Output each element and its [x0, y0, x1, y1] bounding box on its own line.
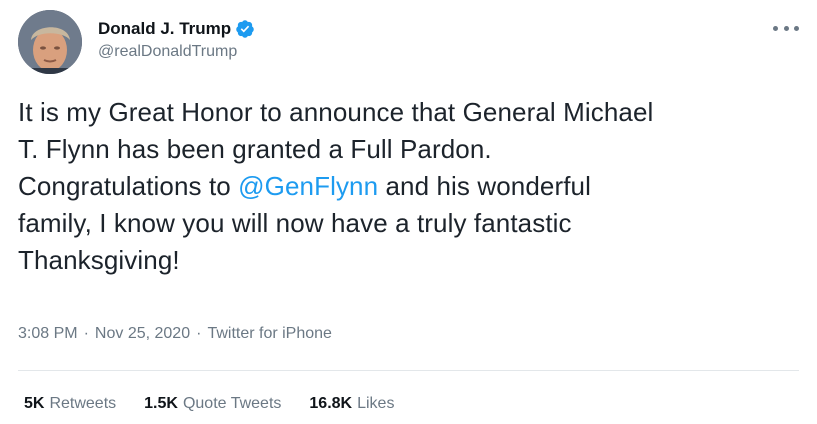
- divider: [18, 370, 799, 371]
- likes-stat[interactable]: 16.8K Likes: [309, 395, 394, 413]
- tweet-line: Thanksgiving!: [18, 245, 180, 275]
- author-handle[interactable]: @realDonaldTrump: [98, 43, 255, 61]
- likes-label: Likes: [357, 395, 395, 412]
- display-name-row: Donald J. Trump: [98, 19, 255, 39]
- tweet-meta: 3:08 PM · Nov 25, 2020 · Twitter for iPhone: [18, 325, 332, 343]
- tweet-source[interactable]: Twitter for iPhone: [207, 325, 332, 342]
- tweet-line: Congratulations to @GenFlynn and his won…: [18, 168, 808, 205]
- tweet-line: It is my Great Honor to announce that Ge…: [18, 97, 654, 127]
- tweet-line: T. Flynn has been granted a Full Pardon.: [18, 134, 492, 164]
- avatar-image: [18, 10, 82, 74]
- avatar[interactable]: [18, 10, 82, 74]
- likes-count: 16.8K: [309, 395, 353, 412]
- tweet-line-text: and his wonderful: [378, 171, 591, 201]
- quote-tweets-stat[interactable]: 1.5K Quote Tweets: [144, 395, 281, 413]
- retweets-label: Retweets: [49, 395, 117, 412]
- meta-separator: ·: [83, 325, 89, 342]
- verified-badge-icon: [235, 19, 255, 39]
- tweet-stats: 5K Retweets 1.5K Quote Tweets 16.8K Like…: [24, 395, 422, 413]
- tweet-text: It is my Great Honor to announce that Ge…: [18, 94, 808, 279]
- tweet-date[interactable]: Nov 25, 2020: [95, 325, 190, 342]
- tweet-line-text: Congratulations to: [18, 171, 239, 201]
- retweets-count: 5K: [24, 395, 45, 412]
- meta-separator: ·: [196, 325, 202, 342]
- tweet-line: family, I know you will now have a truly…: [18, 208, 572, 238]
- tweet-header: Donald J. Trump @realDonaldTrump: [18, 10, 255, 74]
- mention-link[interactable]: @GenFlynn: [238, 171, 378, 201]
- quote-tweets-count: 1.5K: [144, 395, 178, 412]
- retweets-stat[interactable]: 5K Retweets: [24, 395, 116, 413]
- author-names: Donald J. Trump @realDonaldTrump: [98, 19, 255, 61]
- tweet-card: Donald J. Trump @realDonaldTrump It is m…: [0, 0, 817, 424]
- quote-tweets-label: Quote Tweets: [182, 395, 282, 412]
- display-name[interactable]: Donald J. Trump: [98, 19, 231, 39]
- more-horizontal-icon[interactable]: [773, 20, 799, 36]
- tweet-time[interactable]: 3:08 PM: [18, 325, 78, 342]
